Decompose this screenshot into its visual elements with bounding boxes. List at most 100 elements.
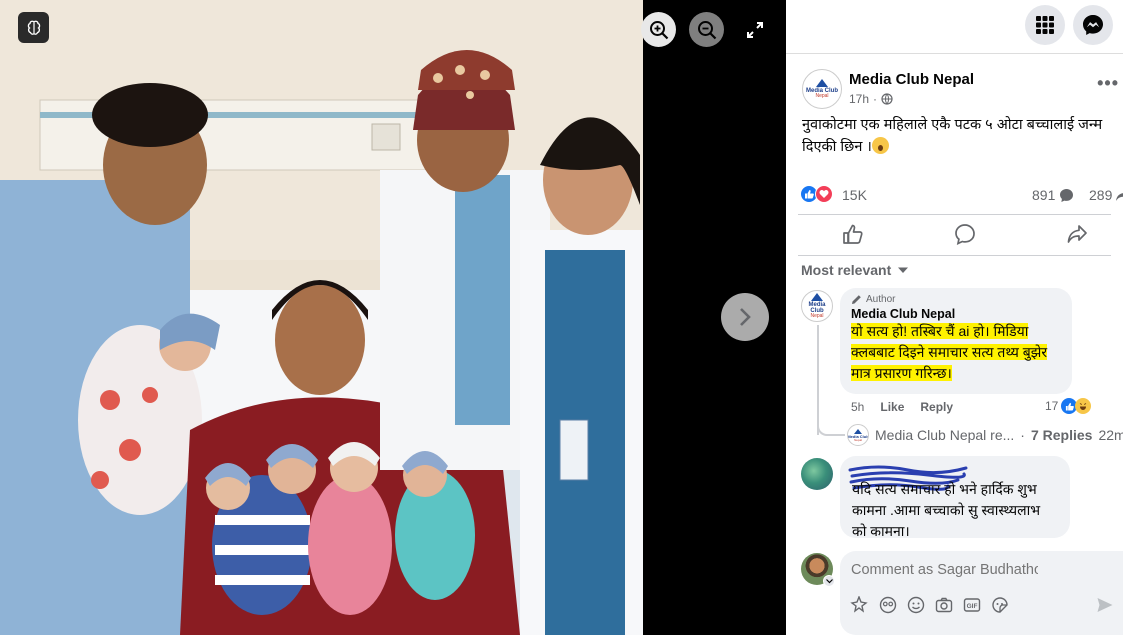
camera-icon xyxy=(935,597,953,613)
smiley-icon xyxy=(907,596,925,614)
chevron-down-icon xyxy=(825,578,833,583)
comment-reply-button[interactable]: Reply xyxy=(920,400,953,414)
zoom-out-button[interactable] xyxy=(689,12,724,47)
globe-icon xyxy=(881,93,893,105)
share-button[interactable] xyxy=(1065,222,1089,246)
page-avatar[interactable]: Media Club Nepal xyxy=(802,69,842,109)
caret-down-icon xyxy=(898,267,909,273)
comment-bubble-icon xyxy=(1060,188,1074,202)
sort-label: Most relevant xyxy=(801,262,892,278)
comment-bubble: यदि सत्य समाचार हो भने हार्दिक शुभ कामना… xyxy=(840,456,1070,539)
avatar-icon xyxy=(879,596,897,614)
reply-author: Media Club Nepal re... xyxy=(875,427,1015,443)
logo-subtext: Nepal xyxy=(810,313,824,319)
comment-icon xyxy=(955,224,975,245)
more-options-button[interactable]: ••• xyxy=(1097,73,1119,94)
comment-box: GIF xyxy=(840,551,1123,635)
grid-menu-icon xyxy=(1036,16,1054,34)
post-caption: नुवाकोटमा एक महिलाले एकै पटक ५ ओटा बच्चा… xyxy=(802,114,1112,158)
comment-text: यदि सत्य समाचार हो भने हार्दिक शुभ कामना… xyxy=(852,481,1041,539)
gif-button[interactable]: GIF xyxy=(963,596,981,614)
commenter-avatar[interactable] xyxy=(801,458,833,490)
share-icon xyxy=(1067,225,1087,243)
post-time[interactable]: 17h xyxy=(849,92,869,106)
reply-avatar: Media Club Nepal xyxy=(847,424,869,446)
divider-bottom xyxy=(798,255,1111,256)
photo-button[interactable] xyxy=(935,596,953,614)
post-panel: Media Club Nepal Media Club Nepal 17h · … xyxy=(786,0,1123,635)
comment-reaction-count: 17 xyxy=(1045,399,1059,413)
sparkle-sticker-icon xyxy=(850,596,868,613)
send-icon xyxy=(1097,598,1113,612)
thread-curve xyxy=(817,414,845,436)
emoji-button[interactable] xyxy=(907,596,925,614)
logo-mark xyxy=(811,293,823,301)
comment-bubble: Author Media Club Nepal यो सत्य हो! तस्ब… xyxy=(840,288,1072,394)
share-count-value: 289 xyxy=(1089,187,1113,203)
avatar-emoji-button[interactable] xyxy=(879,596,897,614)
comment-time[interactable]: 5h xyxy=(851,400,864,414)
replies-separator: · xyxy=(1020,427,1025,443)
ai-badge[interactable] xyxy=(18,12,49,43)
divider-top xyxy=(798,214,1111,215)
comment-like-button[interactable]: Like xyxy=(880,400,904,414)
caption-text: नुवाकोटमा एक महिलाले एकै पटक ५ ओटा बच्चा… xyxy=(802,117,1103,155)
post-header: Media Club Nepal Media Club Nepal 17h · … xyxy=(802,69,1123,111)
zoom-out-icon xyxy=(697,20,716,39)
messenger-button[interactable] xyxy=(1073,5,1113,45)
meta-separator: · xyxy=(873,92,878,106)
logo-subtext: Nepal xyxy=(815,93,829,99)
send-button[interactable] xyxy=(1096,596,1114,614)
comment-meta: 5h Like Reply xyxy=(851,400,953,414)
comment-composer: GIF xyxy=(786,551,1123,635)
photo-viewer xyxy=(0,0,786,635)
haha-reaction-icon xyxy=(1075,398,1092,414)
reaction-summary: 15K 891 289 xyxy=(800,185,1123,207)
brain-icon xyxy=(27,20,40,35)
sticker-icon xyxy=(992,597,1008,613)
share-count[interactable]: 289 xyxy=(1089,187,1123,203)
logo-mark xyxy=(816,79,828,87)
zoom-in-button[interactable] xyxy=(641,12,676,47)
thumbs-up-icon xyxy=(843,224,863,244)
fullscreen-button[interactable] xyxy=(744,19,766,41)
comment-avatar[interactable]: Media Club Nepal xyxy=(801,290,833,322)
reaction-icons[interactable] xyxy=(800,185,833,203)
share-arrow-icon xyxy=(1116,193,1123,201)
comment-input[interactable] xyxy=(851,562,1038,578)
comment-count[interactable]: 891 xyxy=(1032,187,1074,203)
author-tag: Author xyxy=(851,294,1061,305)
post-actions xyxy=(786,222,1123,250)
top-bar xyxy=(786,0,1123,54)
like-button[interactable] xyxy=(841,222,865,246)
author-tag-label: Author xyxy=(866,294,896,305)
astonished-emoji xyxy=(871,137,889,154)
avatar-sticker-button[interactable] xyxy=(850,596,868,614)
chevron-right-icon xyxy=(740,308,751,326)
reaction-count[interactable]: 15K xyxy=(842,187,867,203)
highlighted-text: यो सत्य हो! तस्बिर चैं ai हो। मिडिया क्ल… xyxy=(851,323,1048,381)
logo-subtext: Nepal xyxy=(854,437,862,442)
reply-time: 22m xyxy=(1098,427,1123,443)
comment-count-value: 891 xyxy=(1032,187,1056,203)
zoom-in-icon xyxy=(649,20,668,39)
svg-text:GIF: GIF xyxy=(967,603,978,610)
pencil-icon xyxy=(852,295,861,304)
comment-button[interactable] xyxy=(953,222,977,246)
post-meta: 17h · xyxy=(849,92,893,106)
page-name[interactable]: Media Club Nepal xyxy=(849,71,974,88)
comment-text: यो सत्य हो! तस्बिर चैं ai हो। मिडिया क्ल… xyxy=(851,321,1061,384)
view-replies-link[interactable]: Media Club Nepal Media Club Nepal re... … xyxy=(847,424,1123,446)
commenter-name[interactable]: Media Club Nepal xyxy=(851,307,1061,321)
messenger-icon xyxy=(1083,15,1103,35)
account-switch-badge[interactable] xyxy=(823,575,835,587)
comment-sort-dropdown[interactable]: Most relevant xyxy=(801,262,909,278)
comment-reactions[interactable]: 17 xyxy=(1045,398,1092,414)
next-photo-button[interactable] xyxy=(721,293,769,341)
love-reaction-icon xyxy=(815,185,833,203)
post-photo[interactable] xyxy=(0,0,643,635)
menu-button[interactable] xyxy=(1025,5,1065,45)
sticker-button[interactable] xyxy=(991,596,1009,614)
gif-icon: GIF xyxy=(963,598,981,612)
reply-count: 7 Replies xyxy=(1030,427,1093,443)
